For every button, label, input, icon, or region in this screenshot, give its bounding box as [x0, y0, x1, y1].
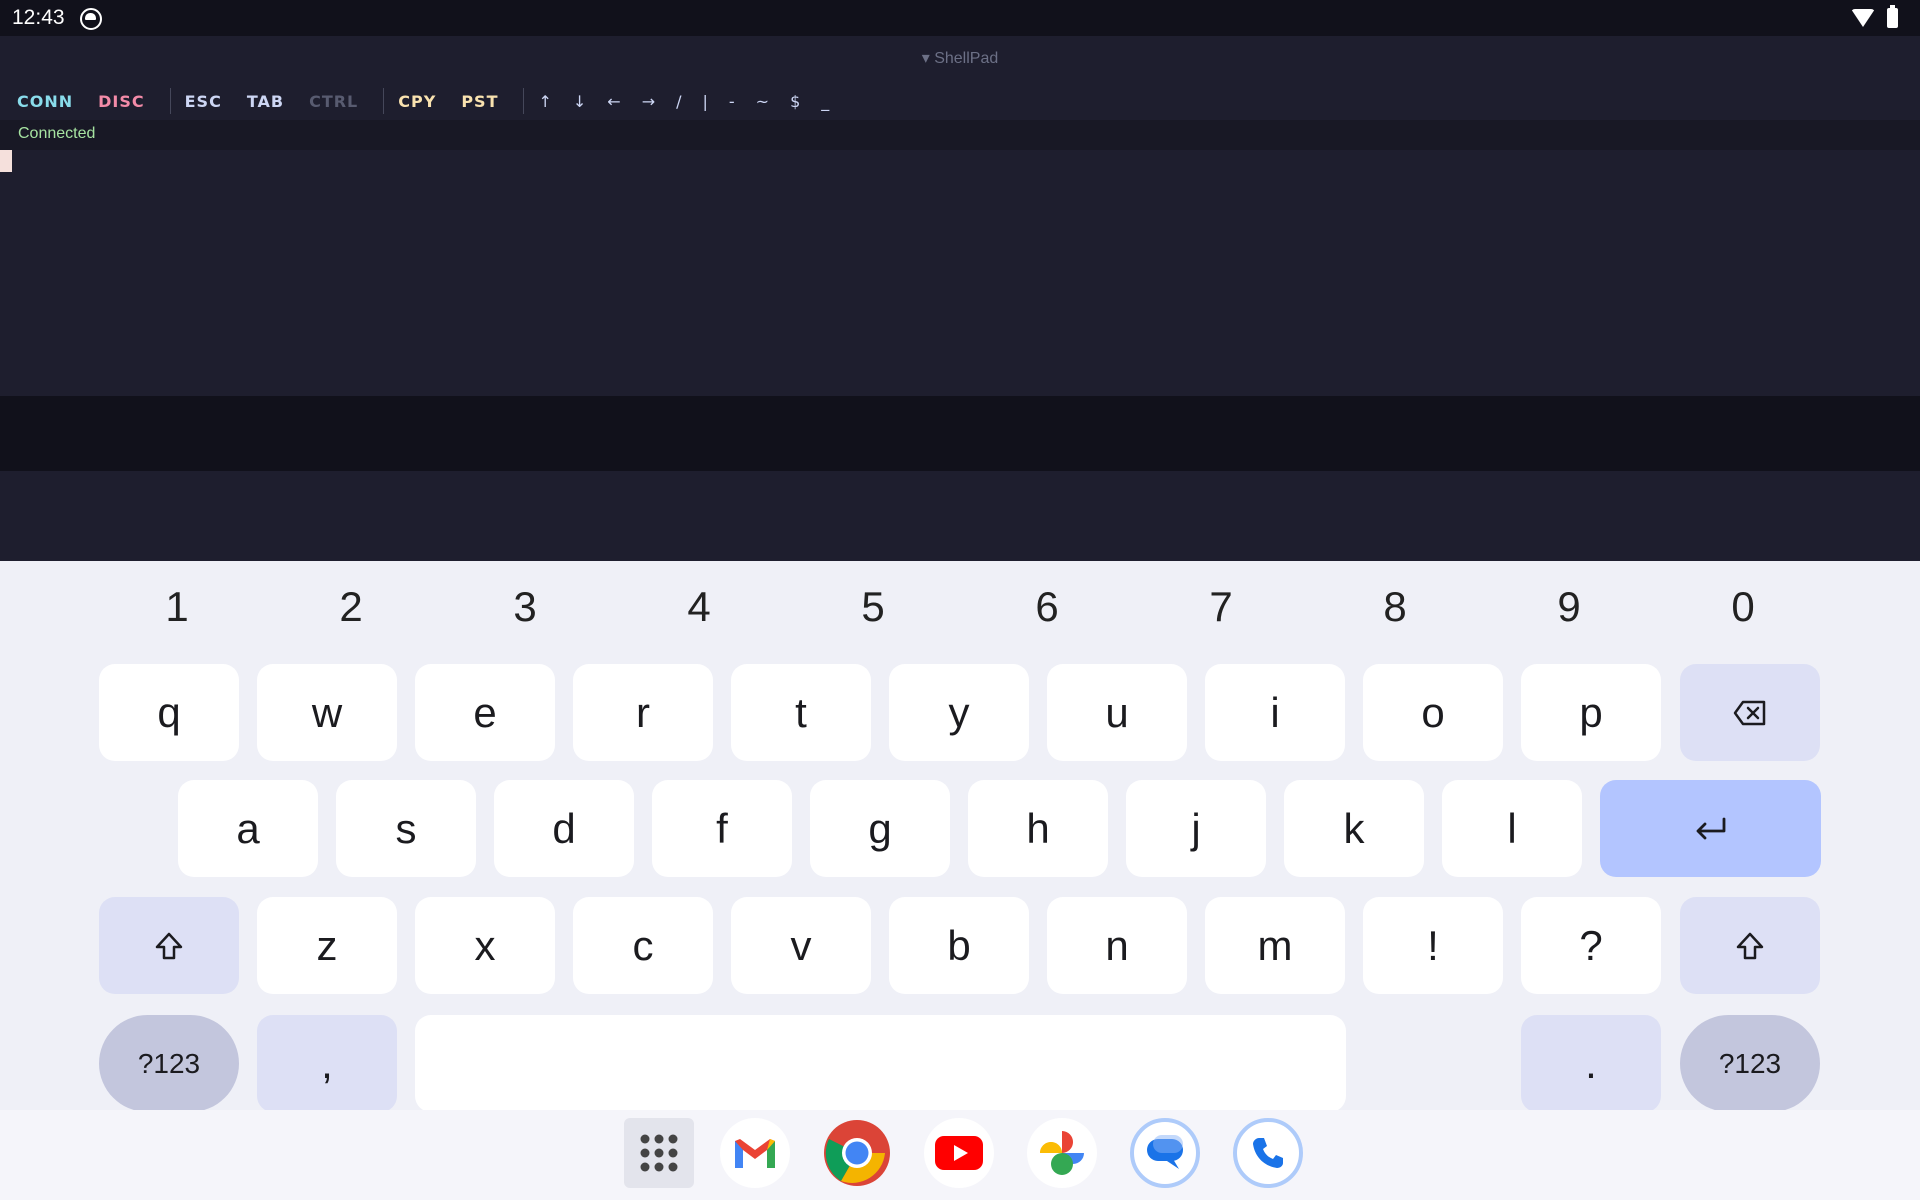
number-key-1[interactable]: 1 [147, 583, 207, 631]
grid-icon [640, 1134, 678, 1172]
key-x[interactable]: x [415, 897, 555, 994]
underscore-key[interactable]: _ [821, 92, 840, 111]
messages-icon[interactable] [1130, 1118, 1200, 1188]
esc-button[interactable]: ESC [185, 92, 235, 111]
status-icons [1851, 5, 1898, 28]
key-u[interactable]: u [1047, 664, 1187, 761]
arrow-right-key[interactable]: → [642, 92, 666, 111]
key-f[interactable]: f [652, 780, 792, 877]
key-q[interactable]: q [99, 664, 239, 761]
app-drawer-icon[interactable] [624, 1118, 694, 1188]
gmail-icon[interactable] [720, 1118, 790, 1188]
number-key-5[interactable]: 5 [843, 583, 903, 631]
paste-button[interactable]: PST [461, 92, 511, 111]
phone-icon[interactable] [1233, 1118, 1303, 1188]
dash-key[interactable]: - [729, 92, 746, 111]
key-i[interactable]: i [1205, 664, 1345, 761]
chrome-icon[interactable] [822, 1118, 892, 1188]
number-key-4[interactable]: 4 [669, 583, 729, 631]
shift-icon [155, 932, 183, 959]
wifi-icon [1851, 9, 1875, 27]
key-o[interactable]: o [1363, 664, 1503, 761]
key-period[interactable]: . [1521, 1015, 1661, 1112]
key-y[interactable]: y [889, 664, 1029, 761]
pipe-key[interactable]: | [703, 92, 719, 111]
ctrl-button[interactable]: CTRL [309, 92, 371, 111]
youtube-icon[interactable] [924, 1118, 994, 1188]
key-n[interactable]: n [1047, 897, 1187, 994]
tab-button[interactable]: TAB [247, 92, 297, 111]
app-title[interactable]: ▾ ShellPad [0, 48, 1920, 68]
number-key-0[interactable]: 0 [1713, 583, 1773, 631]
number-key-6[interactable]: 6 [1017, 583, 1077, 631]
key-c[interactable]: c [573, 897, 713, 994]
status-bar: 12:43 [0, 0, 1920, 36]
number-key-2[interactable]: 2 [321, 583, 381, 631]
status-time: 12:43 [12, 6, 65, 29]
backspace-key[interactable] [1680, 664, 1820, 761]
slash-key[interactable]: / [676, 92, 692, 111]
key-p[interactable]: p [1521, 664, 1661, 761]
photos-icon[interactable] [1027, 1118, 1097, 1188]
key-k[interactable]: k [1284, 780, 1424, 877]
backspace-icon [1733, 700, 1766, 725]
terminal-input-band[interactable] [0, 396, 1920, 471]
enter-icon [1696, 817, 1725, 839]
number-key-8[interactable]: 8 [1365, 583, 1425, 631]
key-g[interactable]: g [810, 780, 950, 877]
arrow-left-key[interactable]: ← [607, 92, 631, 111]
key-b[interactable]: b [889, 897, 1029, 994]
number-key-7[interactable]: 7 [1191, 583, 1251, 631]
terminal-lower-area[interactable] [0, 471, 1920, 561]
enter-key[interactable] [1600, 780, 1821, 877]
battery-icon [1887, 5, 1898, 28]
arrow-up-key[interactable]: ↑ [538, 92, 562, 111]
soft-keyboard: 1 2 3 4 5 6 7 8 9 0 q w e r t y u i o p … [0, 561, 1920, 1112]
toolbar-divider [383, 88, 385, 114]
key-l[interactable]: l [1442, 780, 1582, 877]
key-v[interactable]: v [731, 897, 871, 994]
key-j[interactable]: j [1126, 780, 1266, 877]
key-r[interactable]: r [573, 664, 713, 761]
shift-icon [1736, 932, 1764, 959]
number-key-9[interactable]: 9 [1539, 583, 1599, 631]
key-d[interactable]: d [494, 780, 634, 877]
key-t[interactable]: t [731, 664, 871, 761]
app-header: ▾ ShellPad CONN DISC ESC TAB CTRL CPY PS… [0, 36, 1920, 120]
key-m[interactable]: m [1205, 897, 1345, 994]
key-comma[interactable]: , [257, 1015, 397, 1112]
notification-icon [80, 8, 102, 30]
copy-button[interactable]: CPY [398, 92, 449, 111]
toolbar-divider [523, 88, 525, 114]
symbols-key-right[interactable]: ?123 [1680, 1015, 1820, 1112]
key-w[interactable]: w [257, 664, 397, 761]
number-key-3[interactable]: 3 [495, 583, 555, 631]
dollar-key[interactable]: $ [790, 92, 811, 111]
toolbar: CONN DISC ESC TAB CTRL CPY PST ↑ ↓ ← → /… [0, 86, 850, 116]
key-h[interactable]: h [968, 780, 1108, 877]
key-a[interactable]: a [178, 780, 318, 877]
arrow-down-key[interactable]: ↓ [573, 92, 597, 111]
connection-status-bar: Connected [0, 120, 1920, 150]
key-s[interactable]: s [336, 780, 476, 877]
toolbar-divider [169, 88, 171, 114]
connection-status: Connected [18, 125, 96, 142]
terminal-cursor [0, 150, 12, 172]
key-e[interactable]: e [415, 664, 555, 761]
taskbar [0, 1110, 1920, 1200]
symbols-key-left[interactable]: ?123 [99, 1015, 239, 1112]
space-key[interactable] [415, 1015, 1346, 1112]
key-question[interactable]: ? [1521, 897, 1661, 994]
key-z[interactable]: z [257, 897, 397, 994]
tilde-key[interactable]: ~ [756, 92, 780, 111]
disconnect-button[interactable]: DISC [98, 92, 158, 111]
key-exclamation[interactable]: ! [1363, 897, 1503, 994]
shift-key-right[interactable] [1680, 897, 1820, 994]
terminal-output[interactable] [0, 150, 1920, 396]
connect-button[interactable]: CONN [17, 92, 86, 111]
shift-key-left[interactable] [99, 897, 239, 994]
